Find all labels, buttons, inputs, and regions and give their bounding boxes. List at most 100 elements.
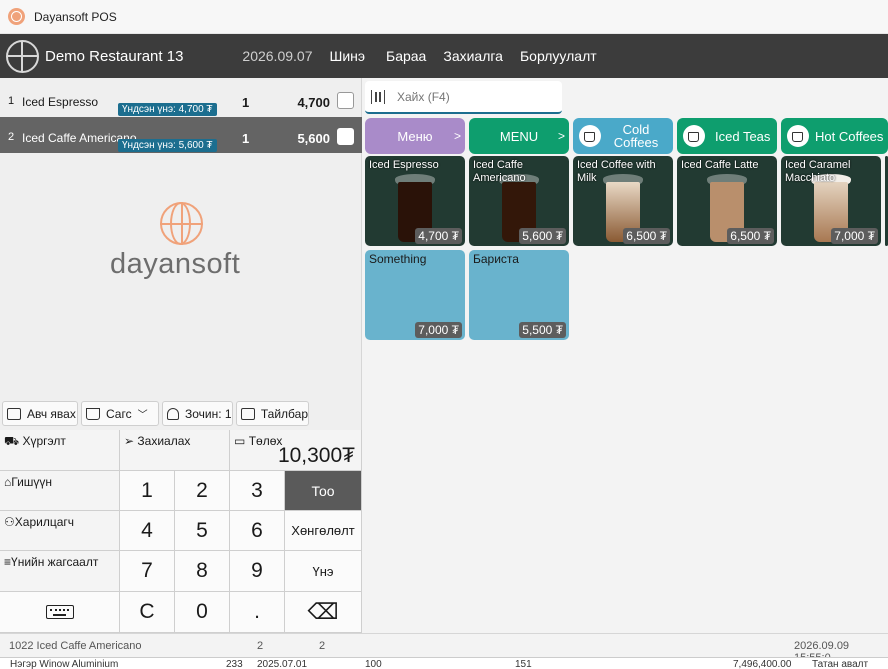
note-label: Тайлбар bbox=[260, 406, 308, 421]
takeaway-button[interactable]: Авч явах bbox=[2, 401, 78, 426]
keypad: ⛟ Хүргэлт ➢ Захиалах ▭ Төлөх 10,300₮ ⌂Ги… bbox=[0, 430, 362, 633]
customer-button[interactable]: ⚇Харилцагч bbox=[0, 511, 120, 551]
tea-cup-icon bbox=[683, 125, 705, 147]
product-price: 5,500 ₮ bbox=[519, 322, 566, 338]
backspace-icon: ⌫ bbox=[307, 599, 339, 624]
line-product-name: Iced Espresso bbox=[22, 95, 99, 109]
mug-icon bbox=[787, 125, 809, 147]
product-price: 6,500 ₮ bbox=[727, 228, 774, 244]
member-button[interactable]: ⌂Гишүүн bbox=[0, 471, 120, 511]
car-icon: ⛟ bbox=[4, 434, 20, 448]
product-tile[interactable]: Iced Caramel Macchiato 7,000 ₮ bbox=[781, 156, 881, 246]
key-8[interactable]: 8 bbox=[175, 551, 230, 592]
discount-mode-button[interactable]: Хөнгөлөлт bbox=[285, 511, 362, 551]
key-clear[interactable]: C bbox=[120, 592, 175, 633]
nav-new[interactable]: Шинэ bbox=[329, 48, 365, 64]
nav-products[interactable]: Бараа bbox=[386, 48, 426, 64]
delivery-button[interactable]: ⛟ Хүргэлт bbox=[0, 430, 120, 471]
search-input[interactable] bbox=[397, 89, 547, 104]
line-index: 1 bbox=[8, 95, 15, 107]
key-6[interactable]: 6 bbox=[230, 511, 285, 551]
line-quantity: 1 bbox=[242, 95, 250, 110]
line-checkbox[interactable] bbox=[337, 92, 354, 109]
cart-icon bbox=[86, 407, 100, 420]
order-line-item-selected[interactable]: 2 Iced Caffe Americano Үндсэн үнэ: 5,600… bbox=[0, 117, 362, 153]
member-label: Гишүүн bbox=[11, 475, 53, 489]
bg-cell: 100 bbox=[365, 659, 382, 669]
bg-cell: Татан авалт bbox=[812, 659, 869, 669]
window-title: Dayansoft POS bbox=[34, 9, 117, 24]
product-price: 7,000 ₮ bbox=[415, 322, 462, 338]
key-2[interactable]: 2 bbox=[175, 471, 230, 511]
business-date: 2026.09.07 bbox=[242, 48, 313, 64]
bg-cell: 7,496,400.00 bbox=[733, 659, 792, 669]
product-price: 6,500 ₮ bbox=[623, 228, 670, 244]
order-panel: 1 Iced Espresso Үндсэн үнэ: 4,700 ₮ 1 4,… bbox=[0, 78, 362, 633]
place-order-label: Захиалах bbox=[137, 434, 191, 448]
nav-sales[interactable]: Борлуулалт bbox=[520, 48, 597, 64]
person-icon bbox=[167, 407, 179, 420]
coffee-cup-icon bbox=[579, 125, 601, 147]
product-tile[interactable]: Iced Caffe Latte 6,500 ₮ bbox=[677, 156, 777, 246]
delivery-label: Хүргэлт bbox=[22, 434, 66, 448]
note-button[interactable]: Тайлбар bbox=[236, 401, 309, 426]
chevron-right-icon: > bbox=[557, 129, 565, 143]
category-cold-coffees[interactable]: Cold Coffees bbox=[573, 118, 673, 154]
backspace-button[interactable]: ⌫ bbox=[285, 592, 362, 633]
line-amount: 4,700 bbox=[297, 95, 330, 110]
quantity-mode-button[interactable]: Тоо bbox=[285, 471, 362, 511]
product-tile[interactable]: Something 7,000 ₮ bbox=[365, 250, 465, 340]
category-menu-en[interactable]: MENU > bbox=[469, 118, 569, 154]
app-logo-icon bbox=[8, 8, 25, 25]
key-1[interactable]: 1 bbox=[120, 471, 175, 511]
box-icon bbox=[7, 407, 21, 420]
product-name: Iced Caramel Macchiato bbox=[785, 159, 851, 184]
product-price: 4,700 ₮ bbox=[415, 228, 462, 244]
keyboard-icon bbox=[45, 605, 74, 619]
status-count: 2 bbox=[257, 640, 264, 652]
key-decimal[interactable]: . bbox=[230, 592, 285, 633]
category-hot-coffees[interactable]: Hot Coffees bbox=[781, 118, 888, 154]
cart-dropdown[interactable]: Сагс ﹀ bbox=[81, 401, 159, 426]
key-7[interactable]: 7 bbox=[120, 551, 175, 592]
product-tile[interactable]: Iced Coffee with Milk 6,500 ₮ bbox=[573, 156, 673, 246]
person-icon: ⚇ bbox=[4, 515, 15, 529]
guests-button[interactable]: Зочин: 1 bbox=[162, 401, 233, 426]
order-line-item[interactable]: 1 Iced Espresso Үндсэн үнэ: 4,700 ₮ 1 4,… bbox=[0, 81, 362, 117]
brand-name: dayansoft bbox=[110, 248, 241, 280]
base-price-badge: Үндсэн үнэ: 4,700 ₮ bbox=[118, 103, 217, 116]
list-icon: ≡ bbox=[4, 555, 12, 569]
key-3[interactable]: 3 bbox=[230, 471, 285, 511]
product-price: 5,600 ₮ bbox=[519, 228, 566, 244]
status-count: 2 bbox=[319, 640, 326, 652]
restaurant-name: Demo Restaurant 13 bbox=[45, 47, 184, 65]
title-bar: Dayansoft POS bbox=[0, 0, 888, 34]
product-name: Something bbox=[369, 252, 427, 266]
key-5[interactable]: 5 bbox=[175, 511, 230, 551]
product-tile[interactable]: Iced Espresso 4,700 ₮ bbox=[365, 156, 465, 246]
place-order-button[interactable]: ➢ Захиалах bbox=[120, 430, 230, 471]
brand-logo: dayansoft bbox=[110, 202, 255, 292]
bg-cell: 151 bbox=[515, 659, 532, 669]
category-menu-mn[interactable]: Меню > bbox=[365, 118, 465, 154]
line-checkbox[interactable] bbox=[337, 128, 354, 145]
globe-logo-icon[interactable] bbox=[6, 39, 39, 73]
guests-label: Зочин: 1 bbox=[185, 406, 232, 421]
send-icon: ➢ bbox=[124, 434, 135, 448]
category-iced-teas[interactable]: Iced Teas bbox=[677, 118, 777, 154]
search-box[interactable] bbox=[365, 81, 562, 114]
line-amount: 5,600 bbox=[297, 131, 330, 146]
pay-button[interactable]: ▭ Төлөх 10,300₮ bbox=[230, 430, 362, 471]
product-tile[interactable]: Iced Caffe Americano 5,600 ₮ bbox=[469, 156, 569, 246]
price-mode-button[interactable]: Үнэ bbox=[285, 551, 362, 592]
nav-orders[interactable]: Захиалга bbox=[443, 48, 503, 64]
keyboard-button[interactable] bbox=[0, 592, 120, 633]
key-4[interactable]: 4 bbox=[120, 511, 175, 551]
key-9[interactable]: 9 bbox=[230, 551, 285, 592]
product-tile[interactable]: Бариста 5,500 ₮ bbox=[469, 250, 569, 340]
product-name: Iced Caffe Americano bbox=[473, 159, 526, 184]
price-list-button[interactable]: ≡Үнийн жагсаалт bbox=[0, 551, 120, 592]
key-0[interactable]: 0 bbox=[175, 592, 230, 633]
category-label: Меню bbox=[397, 128, 433, 144]
background-window-row: Нэгэр Winow Aluminium 233 2025.07.01 100… bbox=[0, 657, 888, 669]
